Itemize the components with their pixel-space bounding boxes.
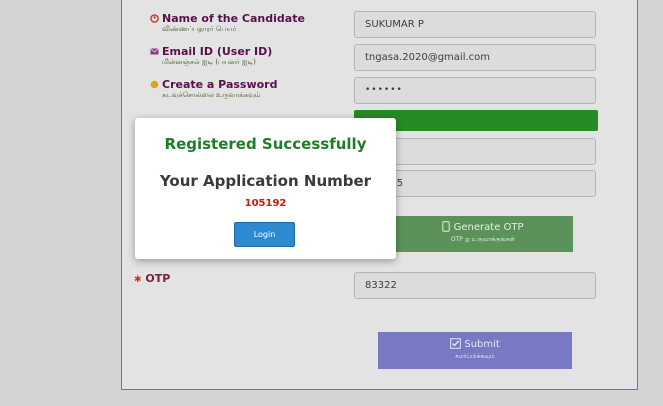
password-label: Create a Password கடவுச்சொல்லை உருவாக்கவ… (150, 78, 277, 100)
otp-label: ✱ OTP (134, 272, 170, 285)
generate-otp-label: Generate OTP (453, 222, 524, 233)
submit-label-tamil: சமர்ப்பிக்கவும் (455, 353, 495, 360)
candidate-name-field[interactable]: SUKUMAR P (354, 11, 596, 38)
password-field[interactable]: •••••• (354, 77, 596, 104)
email-field[interactable]: tngasa.2020@gmail.com (354, 44, 596, 71)
candidate-name-label-text: Name of the Candidate (162, 12, 305, 25)
otp-field[interactable]: 83322 (354, 272, 596, 299)
login-button[interactable]: Login (234, 222, 295, 247)
otp-label-text: OTP (145, 272, 171, 285)
envelope-icon (150, 46, 159, 55)
modal-title: Registered Successfully (164, 135, 367, 153)
checkbox-icon (450, 338, 464, 350)
key-icon (150, 79, 159, 89)
registration-success-modal: Registered Successfully Your Application… (135, 118, 396, 259)
generate-otp-button[interactable]: Generate OTP OTP ஐ உருவாக்குங்கள் (393, 216, 573, 252)
phone-icon (442, 221, 453, 233)
required-user-icon (150, 13, 159, 23)
candidate-name-label-tamil: விண்ணப்பதாரர் பெயர் (162, 25, 237, 33)
application-number-label: Your Application Number (159, 172, 372, 190)
application-number: 105192 (244, 198, 287, 209)
submit-label: Submit (464, 339, 500, 350)
email-label: Email ID (User ID) மின்னஞ்சல் ஐடி (பயனர்… (150, 45, 272, 67)
password-label-text: Create a Password (162, 78, 278, 91)
password-label-tamil: கடவுச்சொல்லை உருவாக்கவும் (162, 91, 261, 99)
submit-button[interactable]: Submit சமர்ப்பிக்கவும் (378, 332, 572, 369)
generate-otp-label-tamil: OTP ஐ உருவாக்குங்கள் (450, 236, 516, 243)
email-label-text: Email ID (User ID) (162, 45, 273, 58)
required-asterisk-icon: ✱ (134, 275, 142, 285)
candidate-name-label: Name of the Candidate விண்ணப்பதாரர் பெயர… (150, 12, 305, 34)
email-label-tamil: மின்னஞ்சல் ஐடி (பயனர் ஐடி) (162, 58, 256, 66)
